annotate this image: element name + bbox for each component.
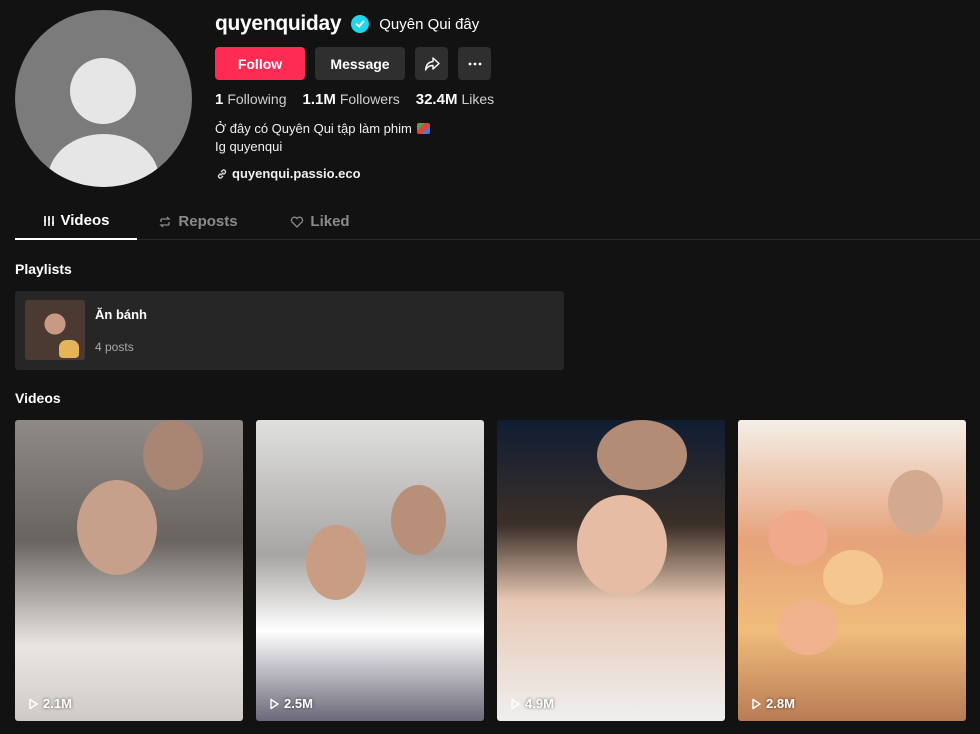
- video-views: 4.9M: [509, 696, 554, 711]
- video-views: 2.1M: [27, 696, 72, 711]
- more-options-button[interactable]: [458, 47, 491, 80]
- video-grid: 2.1M 2.5M 4.9M 2.8M: [15, 420, 966, 721]
- video-views: 2.8M: [750, 696, 795, 711]
- avatar-placeholder-head: [70, 58, 136, 124]
- playlist-card[interactable]: Ăn bánh 4 posts: [15, 291, 564, 370]
- profile-stats: 1 Following 1.1M Followers 32.4M Likes: [215, 91, 494, 108]
- playlist-name: Ăn bánh: [95, 307, 147, 322]
- play-icon: [270, 698, 279, 709]
- grid-icon: [43, 215, 54, 226]
- link-icon: [217, 168, 227, 179]
- heart-icon: [291, 216, 304, 228]
- playlist-post-count: 4 posts: [95, 340, 134, 354]
- more-icon: [468, 62, 481, 65]
- profile-avatar: [15, 10, 192, 187]
- playlists-heading: Playlists: [15, 261, 72, 277]
- share-button[interactable]: [415, 47, 448, 80]
- bio-line-2: Ig quyenqui: [215, 139, 283, 154]
- playlist-thumbnail: [25, 300, 85, 360]
- message-button[interactable]: Message: [315, 47, 405, 80]
- videos-heading: Videos: [15, 390, 61, 406]
- bio-line-1: Ở đây có Quyên Qui tập làm phim: [215, 121, 412, 136]
- stat-followers[interactable]: 1.1M Followers: [302, 91, 399, 108]
- stat-likes: 32.4M Likes: [415, 91, 495, 108]
- username-row: quyenquiday Quyên Qui đây: [215, 12, 479, 36]
- share-icon: [424, 56, 440, 71]
- repost-icon: [159, 216, 171, 227]
- play-icon: [752, 698, 761, 709]
- profile-tabs: Videos Reposts Liked: [15, 203, 980, 240]
- video-thumbnail[interactable]: 4.9M: [497, 420, 725, 721]
- stat-following[interactable]: 1 Following: [215, 91, 286, 108]
- books-emoji-icon: [417, 123, 431, 134]
- video-thumbnail[interactable]: 2.1M: [15, 420, 243, 721]
- play-icon: [511, 698, 520, 709]
- tab-liked[interactable]: Liked: [259, 203, 381, 240]
- nickname: Quyên Qui đây: [379, 15, 480, 33]
- profile-link[interactable]: quyenqui.passio.eco: [216, 166, 361, 181]
- follow-button[interactable]: Follow: [215, 47, 305, 80]
- profile-link-text: quyenqui.passio.eco: [232, 166, 361, 181]
- tab-reposts[interactable]: Reposts: [137, 203, 259, 240]
- verified-badge-icon: [351, 15, 370, 33]
- video-thumbnail[interactable]: 2.5M: [256, 420, 484, 721]
- tab-videos[interactable]: Videos: [15, 203, 137, 240]
- video-thumbnail[interactable]: 2.8M: [738, 420, 966, 721]
- profile-bio: Ở đây có Quyên Qui tập làm phim Ig quyen…: [215, 120, 431, 156]
- profile-actions: Follow Message: [215, 47, 491, 80]
- username: quyenquiday: [215, 12, 342, 35]
- play-icon: [29, 698, 38, 709]
- video-views: 2.5M: [268, 696, 313, 711]
- avatar-placeholder-body: [48, 134, 159, 187]
